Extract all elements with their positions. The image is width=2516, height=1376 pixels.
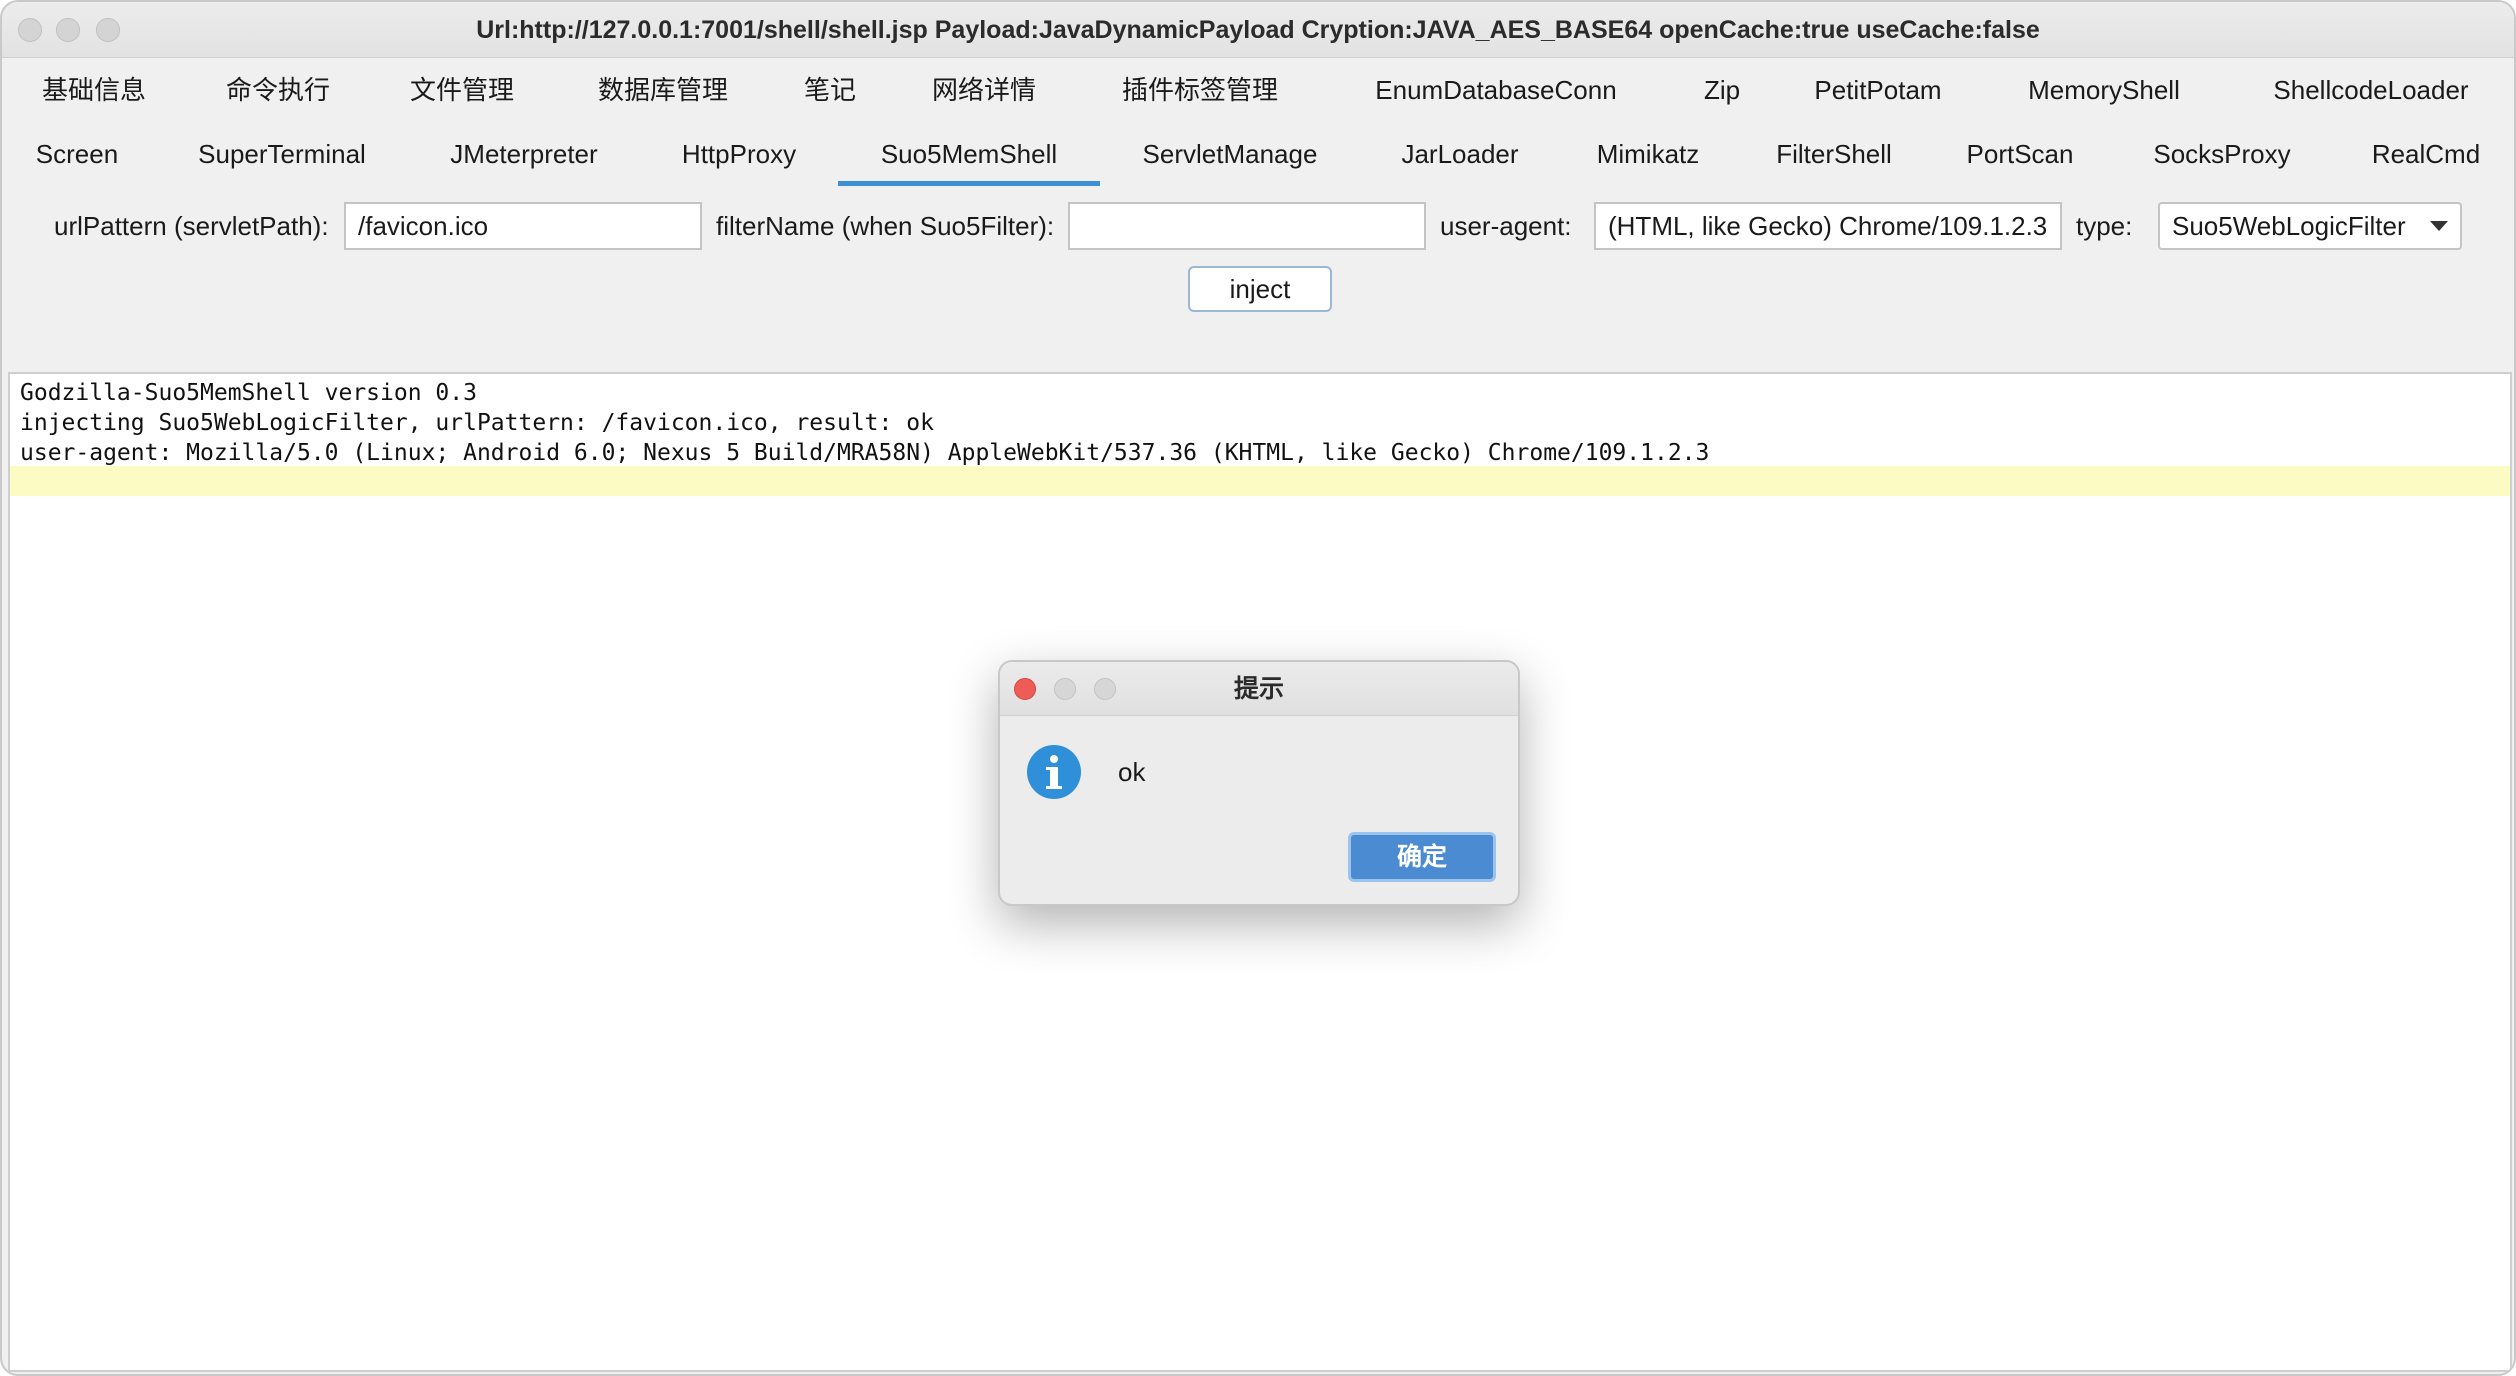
ok-button[interactable]: 确定 — [1348, 832, 1496, 882]
tab-jmeterpreter[interactable]: JMeterpreter — [432, 122, 616, 186]
tab-petitpotam[interactable]: PetitPotam — [1798, 58, 1958, 122]
message-dialog: 提示 ok 确定 — [998, 660, 1520, 906]
type-select-value: Suo5WebLogicFilter — [2172, 211, 2406, 241]
chevron-down-icon — [2430, 221, 2448, 231]
title-bar: Url:http://127.0.0.1:7001/shell/shell.js… — [2, 2, 2514, 58]
tab-basic-info[interactable]: 基础信息 — [14, 58, 174, 122]
window-title: Url:http://127.0.0.1:7001/shell/shell.js… — [476, 16, 2040, 44]
url-pattern-input[interactable]: /favicon.ico — [344, 202, 702, 250]
tab-http-proxy[interactable]: HttpProxy — [662, 122, 816, 186]
type-select[interactable]: Suo5WebLogicFilter — [2158, 202, 2462, 250]
tab-file-manager[interactable]: 文件管理 — [382, 58, 542, 122]
inject-form: urlPattern (servletPath): /favicon.ico f… — [2, 188, 2514, 264]
filter-name-label: filterName (when Suo5Filter): — [716, 211, 1055, 241]
tab-screen[interactable]: Screen — [16, 122, 138, 186]
tab-plugin-tag-manager[interactable]: 插件标签管理 — [1102, 58, 1298, 122]
tab-bar-row-2: Screen SuperTerminal JMeterpreter HttpPr… — [2, 122, 2514, 186]
info-icon — [1027, 745, 1081, 799]
tab-database-manager[interactable]: 数据库管理 — [578, 58, 748, 122]
tab-command-exec[interactable]: 命令执行 — [198, 58, 358, 122]
dialog-title: 提示 — [1233, 674, 1284, 703]
output-line: user-agent: Mozilla/5.0 (Linux; Android … — [20, 440, 1710, 466]
current-line-highlight — [10, 466, 2510, 496]
tab-memory-shell[interactable]: MemoryShell — [2014, 58, 2194, 122]
dialog-message: ok — [1118, 757, 1146, 787]
inject-button[interactable]: inject — [1188, 266, 1332, 312]
tab-bar-row-1: 基础信息 命令执行 文件管理 数据库管理 笔记 网络详情 插件标签管理 Enum… — [2, 58, 2514, 122]
tab-notes[interactable]: 笔记 — [778, 58, 882, 122]
tab-suo5-memshell[interactable]: Suo5MemShell — [838, 122, 1100, 186]
tab-socks-proxy[interactable]: SocksProxy — [2138, 122, 2306, 186]
user-agent-input[interactable]: (HTML, like Gecko) Chrome/109.1.2.3 — [1594, 202, 2062, 250]
type-label: type: — [2076, 211, 2133, 241]
output-line: injecting Suo5WebLogicFilter, urlPattern… — [20, 410, 934, 436]
tab-port-scan[interactable]: PortScan — [1950, 122, 2090, 186]
tab-servlet-manage[interactable]: ServletManage — [1126, 122, 1334, 186]
tab-jar-loader[interactable]: JarLoader — [1382, 122, 1538, 186]
tab-enum-database-conn[interactable]: EnumDatabaseConn — [1356, 58, 1636, 122]
tab-filter-shell[interactable]: FilterShell — [1756, 122, 1912, 186]
tab-real-cmd[interactable]: RealCmd — [2358, 122, 2494, 186]
dialog-title-bar: 提示 — [1000, 662, 1518, 716]
tab-shellcode-loader[interactable]: ShellcodeLoader — [2256, 58, 2486, 122]
app-window: Url:http://127.0.0.1:7001/shell/shell.js… — [0, 0, 2516, 1376]
user-agent-label: user-agent: — [1440, 211, 1572, 241]
tab-network-details[interactable]: 网络详情 — [904, 58, 1064, 122]
url-pattern-label: urlPattern (servletPath): — [54, 211, 329, 241]
output-line: Godzilla-Suo5MemShell version 0.3 — [20, 380, 477, 406]
tab-zip[interactable]: Zip — [1676, 58, 1768, 122]
filter-name-input[interactable] — [1068, 202, 1426, 250]
tab-mimikatz[interactable]: Mimikatz — [1578, 122, 1718, 186]
tab-super-terminal[interactable]: SuperTerminal — [178, 122, 386, 186]
